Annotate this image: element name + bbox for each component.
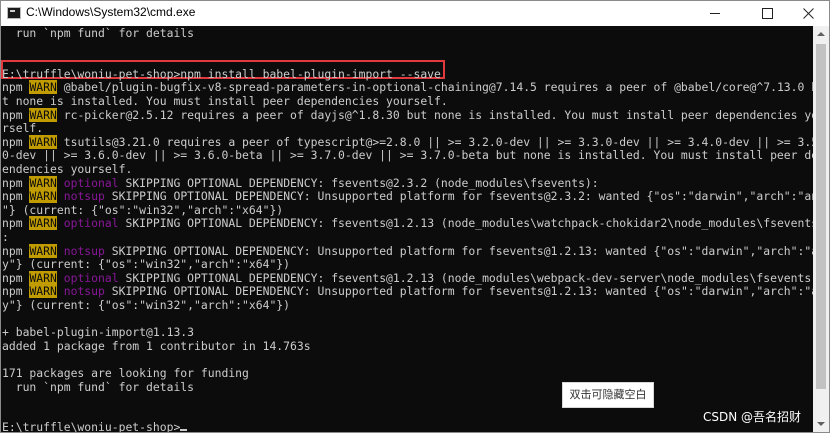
cmd-window: C:\Windows\System32\cmd.exe run `npm fun… <box>0 0 830 433</box>
console-text: endencies yourself. <box>2 162 133 176</box>
console-text: "} (current: {"os":"win32","arch":"x64"}… <box>2 202 284 217</box>
console-text: npm <box>2 189 30 204</box>
warn-tag: notsup <box>63 284 105 299</box>
console-line: endencies yourself. <box>2 162 133 177</box>
console-line: npm WARN notsup SKIPPING OPTIONAL DEPEND… <box>2 189 813 204</box>
console-text: SKIPPING OPTIONAL DEPENDENCY: fsevents@1… <box>118 270 813 285</box>
console-line: npm WARN tsutils@3.21.0 requires a peer … <box>2 134 813 150</box>
console-text: y"} (current: {"os":"win32","arch":"x64"… <box>2 298 291 312</box>
console-text: 0-dev || >= 3.6.0-dev || >= 3.6.0-beta |… <box>2 148 813 163</box>
console-text: run `npm fund` for details <box>2 26 195 40</box>
console-line: t none is installed. You must install pe… <box>2 94 448 109</box>
console-text: SKIPPING OPTIONAL DEPENDENCY: fsevents@2… <box>118 175 599 190</box>
warn-tag: optional <box>63 216 119 231</box>
scroll-up-arrow-icon[interactable] <box>813 26 829 43</box>
console-line: y"} (current: {"os":"win32","arch":"x64"… <box>2 257 291 272</box>
console-text: + babel-plugin-import@1.13.3 <box>2 325 195 340</box>
console-text: tsutils@3.21.0 requires a peer of typesc… <box>56 134 813 149</box>
console-output[interactable]: run `npm fund` for details E:\truffle\won… <box>1 26 813 432</box>
console-line: added 1 package from 1 contributor in 14… <box>2 338 311 354</box>
text-cursor <box>180 429 188 432</box>
console-text: npm <box>2 216 30 231</box>
console-line: npm WARN optional SKIPPING OPTIONAL DEPE… <box>2 270 813 286</box>
console-text: rself. <box>2 121 44 136</box>
console-text: @babel/plugin-bugfix-v8-spread-parameter… <box>56 80 813 95</box>
csdn-watermark: CSDN @吾名招财 <box>703 410 802 424</box>
console-line: npm WARN @babel/plugin-bugfix-v8-spread-… <box>2 80 813 95</box>
console-line: npm WARN optional SKIPPING OPTIONAL DEPE… <box>2 175 599 191</box>
close-icon <box>803 8 814 19</box>
console-line: rself. <box>2 121 44 136</box>
console-line: "} (current: {"os":"win32","arch":"x64"}… <box>2 202 284 218</box>
console-text: y"} (current: {"os":"win32","arch":"x64"… <box>2 257 291 272</box>
console-text: npm <box>2 284 30 299</box>
console-line: E:\truffle\woniu-pet-shop>npm install ba… <box>2 66 441 82</box>
console-text: SKIPPING OPTIONAL DEPENDENCY: fsevents@1… <box>118 216 813 231</box>
close-button[interactable] <box>785 1 829 26</box>
console-text: npm <box>2 107 30 122</box>
console-line: + babel-plugin-import@1.13.3 <box>2 325 195 340</box>
warn-badge: WARN <box>29 107 57 122</box>
warn-tag: notsup <box>63 189 105 204</box>
console-text: added 1 package from 1 contributor in 14… <box>2 338 311 353</box>
console-text: npm <box>2 134 30 149</box>
warn-tag: notsup <box>63 243 105 258</box>
warn-tag: optional <box>63 175 119 190</box>
console-text: npm <box>2 243 30 258</box>
console-text: SKIPPING OPTIONAL DEPENDENCY: Unsupporte… <box>104 243 813 258</box>
console-line: y"} (current: {"os":"win32","arch":"x64"… <box>2 298 291 313</box>
warn-badge: WARN <box>29 189 57 204</box>
console-line: npm WARN notsup SKIPPING OPTIONAL DEPEND… <box>2 284 813 299</box>
warn-badge: WARN <box>29 216 57 231</box>
console-line: run `npm fund` for details <box>2 26 195 41</box>
title-bar[interactable]: C:\Windows\System32\cmd.exe <box>1 1 829 26</box>
console-line: run `npm fund` for details <box>2 379 195 395</box>
console-text: npm <box>2 175 30 190</box>
console-line: : <box>2 230 9 245</box>
console-line: 0-dev || >= 3.6.0-dev || >= 3.6.0-beta |… <box>2 149 813 163</box>
minimize-button[interactable] <box>691 1 737 26</box>
warn-tag: optional <box>63 270 119 285</box>
console-text: rc-picker@2.5.12 requires a peer of dayj… <box>56 107 813 122</box>
console-line: npm WARN notsup SKIPPING OPTIONAL DEPEND… <box>2 243 813 259</box>
console-text: : <box>2 230 9 244</box>
warn-badge: WARN <box>29 270 57 285</box>
maximize-button[interactable] <box>743 1 789 26</box>
console-line: 171 packages are looking for funding <box>2 366 249 381</box>
console-text: t none is installed. You must install pe… <box>2 94 448 108</box>
warn-badge: WARN <box>29 134 57 149</box>
console-line: npm WARN rc-picker@2.5.12 requires a pee… <box>2 107 813 123</box>
console-text: npm <box>2 80 30 95</box>
console-text: E:\truffle\woniu-pet-shop>npm install ba… <box>2 66 441 81</box>
warn-badge: WARN <box>29 175 57 190</box>
console-line: npm WARN optional SKIPPING OPTIONAL DEPE… <box>2 216 813 231</box>
console-text: run `npm fund` for details <box>2 379 195 394</box>
scroll-down-arrow-icon[interactable] <box>813 415 829 432</box>
warn-badge: WARN <box>29 80 57 95</box>
console-text: SKIPPING OPTIONAL DEPENDENCY: Unsupporte… <box>104 284 813 299</box>
scrollbar-thumb[interactable] <box>816 44 826 389</box>
warn-badge: WARN <box>29 284 57 299</box>
cmd-app-icon[interactable] <box>7 7 21 19</box>
warn-badge: WARN <box>29 243 57 258</box>
console-line: E:\truffle\woniu-pet-shop> <box>2 420 188 432</box>
vertical-scrollbar[interactable] <box>813 26 829 432</box>
console-text: npm <box>2 270 30 285</box>
console-text: SKIPPING OPTIONAL DEPENDENCY: Unsupporte… <box>104 189 813 204</box>
console-text: 171 packages are looking for funding <box>2 366 249 380</box>
window-title: C:\Windows\System32\cmd.exe <box>26 5 196 19</box>
hide-blank-tooltip: 双击可隐藏空白 <box>562 382 654 408</box>
console-text: E:\truffle\woniu-pet-shop> <box>2 420 181 432</box>
